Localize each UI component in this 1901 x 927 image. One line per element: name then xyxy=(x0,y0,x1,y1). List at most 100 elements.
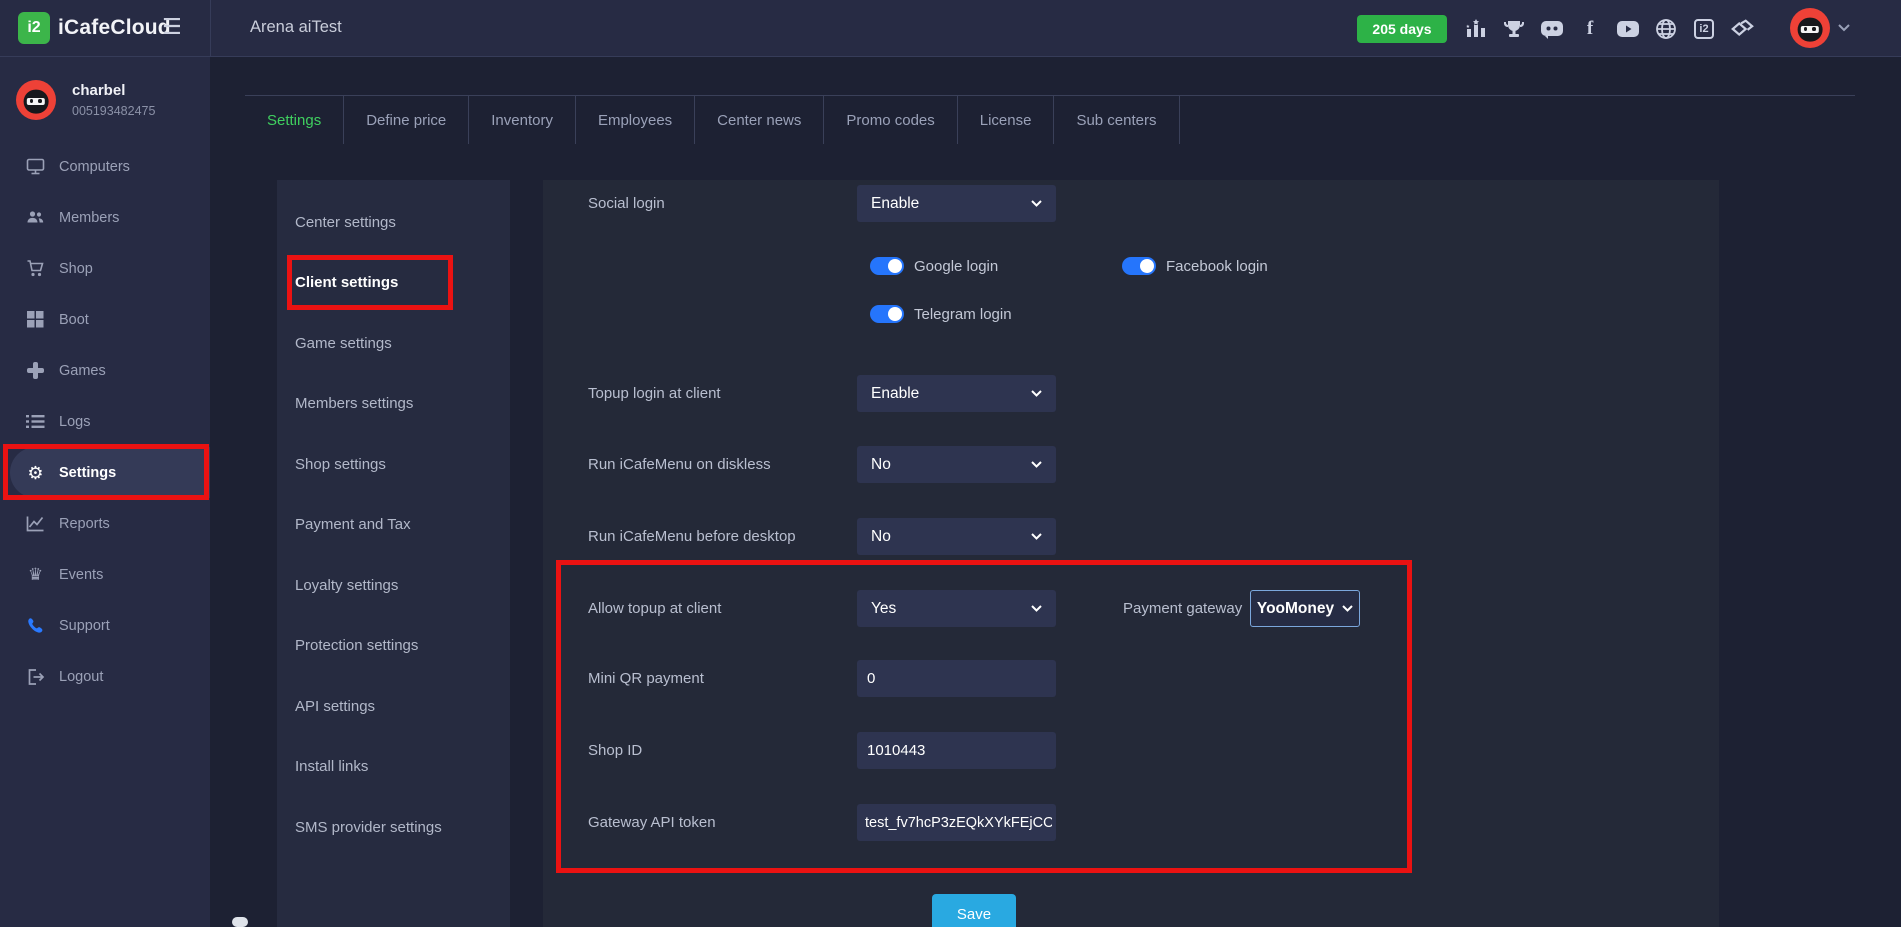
sidebar-item-shop[interactable]: Shop xyxy=(0,243,210,294)
sidebar-item-label: Games xyxy=(59,363,106,379)
telegram-login-toggle[interactable] xyxy=(870,305,904,323)
before-desktop-select[interactable]: No xyxy=(857,518,1056,555)
settings-submenu-panel: Center settings Client settings Game set… xyxy=(277,180,510,927)
submenu-item-center-settings[interactable]: Center settings xyxy=(277,192,510,253)
icafecloud-mark-icon[interactable]: i2 xyxy=(1692,17,1716,41)
google-login-toggle[interactable] xyxy=(870,257,904,275)
sidebar-item-label: Members xyxy=(59,210,119,226)
license-days-badge[interactable]: 205 days xyxy=(1357,15,1447,43)
gear-icon: ⚙ xyxy=(26,463,45,482)
horizontal-scrollbar-thumb[interactable] xyxy=(232,917,248,927)
topbar: i2 iCafeCloud ☰ Arena aiTest 205 days xyxy=(0,0,1901,57)
tab-inventory[interactable]: Inventory xyxy=(469,96,576,144)
topup-login-label: Topup login at client xyxy=(588,385,721,402)
sidebar-item-label: Shop xyxy=(59,261,93,277)
submenu-item-sms-provider-settings[interactable]: SMS provider settings xyxy=(277,797,510,858)
sidebar-nav: Computers Members Shop Boot xyxy=(0,141,210,702)
topbar-icons: f i2 xyxy=(1464,0,1754,57)
logout-icon xyxy=(26,667,45,686)
sidebar-item-boot[interactable]: Boot xyxy=(0,294,210,345)
submenu-item-install-links[interactable]: Install links xyxy=(277,737,510,798)
allow-topup-select[interactable]: Yes xyxy=(857,590,1056,627)
google-login-toggle-row: Google login xyxy=(870,257,998,275)
tab-sub-centers[interactable]: Sub centers xyxy=(1054,96,1179,144)
layers-icon[interactable] xyxy=(1730,17,1754,41)
submenu-item-client-settings[interactable]: Client settings xyxy=(277,253,510,314)
submenu-item-members-settings[interactable]: Members settings xyxy=(277,374,510,435)
gamepad-icon xyxy=(26,361,45,380)
sidebar-item-label: Computers xyxy=(59,159,130,175)
tab-settings[interactable]: Settings xyxy=(245,96,344,144)
facebook-login-toggle-row: Facebook login xyxy=(1122,257,1268,275)
sidebar-item-events[interactable]: ♛ Events xyxy=(0,549,210,600)
mini-qr-input[interactable] xyxy=(857,660,1056,697)
list-icon xyxy=(26,412,45,431)
windows-icon xyxy=(26,310,45,329)
submenu-item-shop-settings[interactable]: Shop settings xyxy=(277,434,510,495)
facebook-icon[interactable]: f xyxy=(1578,17,1602,41)
trophy-icon[interactable] xyxy=(1502,17,1526,41)
chevron-down-icon xyxy=(1031,533,1042,540)
youtube-icon[interactable] xyxy=(1616,17,1640,41)
tab-bar: Settings Define price Inventory Employee… xyxy=(245,95,1855,144)
user-id: 005193482475 xyxy=(72,104,155,118)
api-token-input[interactable] xyxy=(857,804,1056,841)
user-avatar[interactable] xyxy=(1790,8,1830,48)
social-login-select[interactable]: Enable xyxy=(857,185,1056,222)
hamburger-menu-icon[interactable]: ☰ xyxy=(162,14,182,40)
tab-center-news[interactable]: Center news xyxy=(695,96,824,144)
submenu-item-loyalty-settings[interactable]: Loyalty settings xyxy=(277,555,510,616)
chevron-down-icon xyxy=(1031,200,1042,207)
allow-topup-label: Allow topup at client xyxy=(588,600,721,617)
ranking-icon[interactable] xyxy=(1464,17,1488,41)
social-login-label: Social login xyxy=(588,195,665,212)
sidebar-item-label: Boot xyxy=(59,312,89,328)
submenu-item-api-settings[interactable]: API settings xyxy=(277,676,510,737)
tab-employees[interactable]: Employees xyxy=(576,96,695,144)
sidebar-avatar xyxy=(16,80,56,120)
topbar-divider xyxy=(210,0,211,57)
sidebar-item-logout[interactable]: Logout xyxy=(0,651,210,702)
sidebar-item-label: Reports xyxy=(59,516,110,532)
chevron-down-icon[interactable] xyxy=(1838,24,1850,32)
telegram-login-label: Telegram login xyxy=(914,306,1012,323)
chart-icon xyxy=(26,514,45,533)
sidebar-item-reports[interactable]: Reports xyxy=(0,498,210,549)
submenu-item-protection-settings[interactable]: Protection settings xyxy=(277,616,510,677)
sidebar-item-computers[interactable]: Computers xyxy=(0,141,210,192)
diskless-select[interactable]: No xyxy=(857,446,1056,483)
save-button[interactable]: Save xyxy=(932,894,1016,927)
facebook-login-toggle[interactable] xyxy=(1122,257,1156,275)
sidebar-item-settings[interactable]: ⚙ Settings xyxy=(10,447,210,498)
submenu-item-game-settings[interactable]: Game settings xyxy=(277,313,510,374)
chevron-down-icon xyxy=(1342,605,1353,612)
payment-gateway-select[interactable]: YooMoney xyxy=(1250,590,1360,627)
sidebar: charbel 005193482475 Computers Members xyxy=(0,57,210,927)
chevron-down-icon xyxy=(1031,605,1042,612)
brand[interactable]: i2 iCafeCloud xyxy=(18,12,171,44)
globe-icon[interactable] xyxy=(1654,17,1678,41)
page-title: Arena aiTest xyxy=(250,18,342,37)
sidebar-item-label: Logout xyxy=(59,669,103,685)
discord-icon[interactable] xyxy=(1540,17,1564,41)
sidebar-item-support[interactable]: Support xyxy=(0,600,210,651)
sidebar-item-label: Events xyxy=(59,567,103,583)
tab-define-price[interactable]: Define price xyxy=(344,96,469,144)
tab-promo-codes[interactable]: Promo codes xyxy=(824,96,957,144)
crown-icon: ♛ xyxy=(26,565,45,584)
submenu-item-payment-and-tax[interactable]: Payment and Tax xyxy=(277,495,510,556)
sidebar-item-games[interactable]: Games xyxy=(0,345,210,396)
payment-gateway-label: Payment gateway xyxy=(1123,600,1242,617)
before-desktop-label: Run iCafeMenu before desktop xyxy=(588,528,796,545)
sidebar-item-label: Settings xyxy=(59,465,116,481)
diskless-label: Run iCafeMenu on diskless xyxy=(588,456,771,473)
topup-login-select[interactable]: Enable xyxy=(857,375,1056,412)
shop-id-input[interactable] xyxy=(857,732,1056,769)
sidebar-item-label: Support xyxy=(59,618,110,634)
api-token-label: Gateway API token xyxy=(588,814,716,831)
tab-license[interactable]: License xyxy=(958,96,1055,144)
sidebar-item-logs[interactable]: Logs xyxy=(0,396,210,447)
telegram-login-toggle-row: Telegram login xyxy=(870,305,1012,323)
sidebar-item-label: Logs xyxy=(59,414,90,430)
sidebar-item-members[interactable]: Members xyxy=(0,192,210,243)
